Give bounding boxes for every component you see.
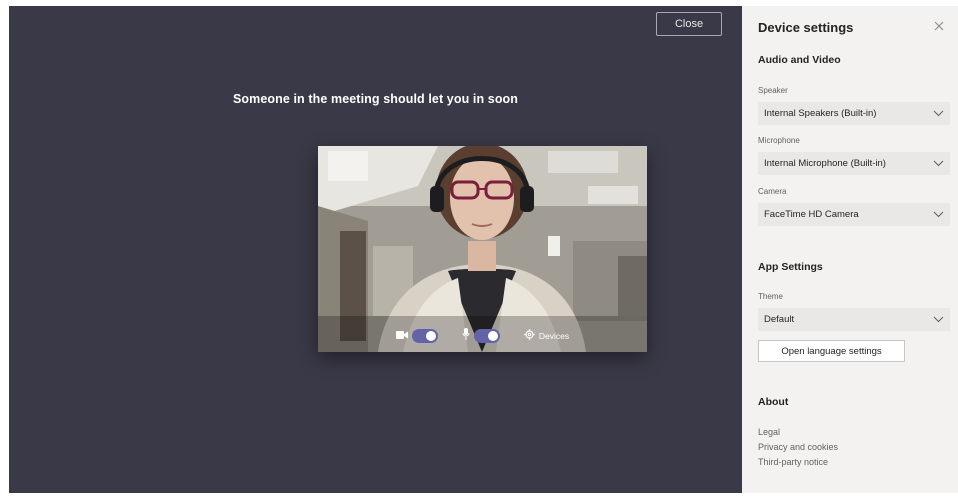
- chevron-down-icon: [933, 158, 944, 171]
- camera-preview: Devices: [318, 146, 647, 352]
- device-settings-panel: Device settings Audio and Video Speaker …: [742, 6, 958, 493]
- microphone-label: Microphone: [758, 136, 800, 145]
- camera-preview-image: [318, 146, 647, 352]
- mic-control: [462, 327, 500, 345]
- lobby-message: Someone in the meeting should let you in…: [232, 92, 519, 106]
- legal-link[interactable]: Legal: [758, 427, 780, 437]
- microphone-icon: [462, 327, 470, 345]
- camera-label: Camera: [758, 187, 787, 196]
- speaker-label: Speaker: [758, 86, 788, 95]
- microphone-select[interactable]: Internal Microphone (Built-in): [758, 152, 950, 175]
- camera-value: FaceTime HD Camera: [764, 209, 859, 220]
- camera-select[interactable]: FaceTime HD Camera: [758, 203, 950, 226]
- chevron-down-icon: [933, 108, 944, 121]
- microphone-value: Internal Microphone (Built-in): [764, 158, 886, 169]
- devices-button[interactable]: Devices: [524, 327, 569, 345]
- app-settings-heading: App Settings: [758, 261, 823, 273]
- speaker-select[interactable]: Internal Speakers (Built-in): [758, 102, 950, 125]
- theme-label: Theme: [758, 292, 783, 301]
- privacy-link[interactable]: Privacy and cookies: [758, 442, 838, 452]
- camera-control: [395, 327, 438, 345]
- camera-toggle[interactable]: [411, 329, 438, 343]
- audio-video-heading: Audio and Video: [758, 54, 841, 66]
- gear-icon: [524, 327, 535, 345]
- theme-value: Default: [764, 314, 795, 325]
- panel-title: Device settings: [758, 20, 854, 35]
- speaker-value: Internal Speakers (Built-in): [764, 108, 877, 119]
- teams-prejoin-window: Close Someone in the meeting should let …: [0, 0, 958, 499]
- about-heading: About: [758, 396, 789, 408]
- chevron-down-icon: [933, 209, 944, 222]
- meeting-stage: Close Someone in the meeting should let …: [9, 6, 742, 493]
- devices-label: Devices: [538, 331, 570, 341]
- mic-toggle[interactable]: [473, 329, 500, 343]
- close-button[interactable]: Close: [656, 12, 722, 36]
- camera-icon: [395, 327, 408, 345]
- third-party-notice-link[interactable]: Third-party notice: [758, 457, 828, 467]
- chevron-down-icon: [933, 314, 944, 327]
- preview-controls: Devices: [318, 326, 647, 346]
- theme-select[interactable]: Default: [758, 308, 950, 331]
- close-icon[interactable]: [932, 19, 946, 33]
- open-language-settings-button[interactable]: Open language settings: [758, 340, 905, 362]
